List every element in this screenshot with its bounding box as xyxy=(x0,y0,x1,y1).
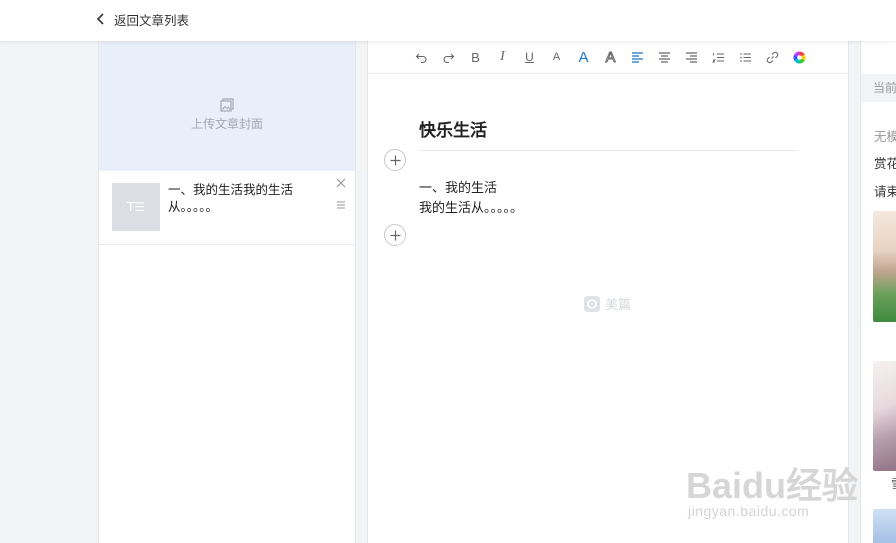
drag-handle-icon[interactable] xyxy=(335,199,347,211)
template-thumbnail[interactable] xyxy=(873,361,896,471)
ordered-list-button[interactable] xyxy=(705,45,732,69)
template-hint-text: 无模 xyxy=(874,129,896,144)
bold-icon: B xyxy=(471,49,480,65)
article-list-item[interactable]: T☰ 一、我的生活我的生活从。。。。。 xyxy=(99,171,355,245)
image-icon xyxy=(220,98,234,112)
cover-upload-area[interactable]: 上传文章封面 xyxy=(99,41,355,171)
color-picker-button[interactable] xyxy=(786,45,813,69)
template-caption: 雪 xyxy=(891,475,896,492)
ordered-list-icon xyxy=(712,52,724,62)
link-button[interactable] xyxy=(759,45,786,69)
align-center-button[interactable] xyxy=(651,45,678,69)
article-sidebar: 上传文章封面 T☰ 一、我的生活我的生活从。。。。。 xyxy=(98,41,356,543)
font-outline-button[interactable]: A xyxy=(597,45,624,69)
font-color-button[interactable]: A xyxy=(570,45,597,69)
italic-button[interactable]: I xyxy=(489,45,516,69)
font-size-button[interactable]: A xyxy=(543,45,570,69)
align-left-icon xyxy=(632,51,643,63)
article-body[interactable]: 一、我的生活 我的生活从。。。。。 xyxy=(419,179,798,219)
unordered-list-icon xyxy=(740,52,751,62)
editor-panel: B I U A A A 快乐生活 一、我的生活 我的生活从。。。。。 美篇 xyxy=(367,41,849,543)
plus-icon xyxy=(390,155,400,165)
meipian-watermark: 美篇 xyxy=(583,294,631,313)
cover-upload-label: 上传文章封面 xyxy=(190,117,263,131)
bold-button[interactable]: B xyxy=(462,45,489,69)
underline-icon: U xyxy=(525,50,534,64)
align-center-icon xyxy=(659,51,670,63)
template-label: 请束 xyxy=(874,184,896,199)
chevron-left-icon xyxy=(96,13,104,25)
close-icon[interactable] xyxy=(335,177,347,189)
align-right-button[interactable] xyxy=(678,45,705,69)
redo-button[interactable] xyxy=(435,45,462,69)
insert-block-button-top[interactable] xyxy=(384,149,406,171)
back-link-label: 返回文章列表 xyxy=(114,12,190,28)
template-panel: 当前 无模 赏花 请束 雪 xyxy=(860,41,896,543)
align-left-button[interactable] xyxy=(624,45,651,69)
top-bar: 返回文章列表 xyxy=(0,0,896,41)
editor-toolbar: B I U A A A xyxy=(368,41,848,74)
undo-button[interactable] xyxy=(408,45,435,69)
color-wheel-icon xyxy=(793,51,806,63)
body-line: 一、我的生活 xyxy=(419,181,498,196)
template-label: 赏花 xyxy=(874,156,896,171)
back-to-article-list-link[interactable]: 返回文章列表 xyxy=(96,10,189,28)
template-thumbnail[interactable] xyxy=(873,509,896,543)
italic-icon: I xyxy=(500,49,505,64)
underline-button[interactable]: U xyxy=(516,45,543,69)
article-thumbnail: T☰ xyxy=(112,183,160,231)
article-item-text: 一、我的生活我的生活从。。。。。 xyxy=(168,182,294,214)
font-size-icon: A xyxy=(552,51,561,63)
meipian-logo-icon xyxy=(584,295,600,312)
redo-icon xyxy=(443,53,455,63)
font-outline-icon: A xyxy=(605,48,616,66)
article-title-input[interactable]: 快乐生活 xyxy=(419,121,798,151)
font-color-icon: A xyxy=(578,48,589,66)
link-icon xyxy=(766,51,779,63)
insert-block-button-bottom[interactable] xyxy=(384,224,406,246)
body-line: 我的生活从。。。。。 xyxy=(419,201,524,216)
plus-icon xyxy=(390,230,400,240)
watermark-text: 美篇 xyxy=(605,298,632,313)
template-thumbnail[interactable] xyxy=(873,211,896,322)
unordered-list-button[interactable] xyxy=(732,45,759,69)
undo-icon xyxy=(415,53,427,63)
template-panel-header: 当前 xyxy=(861,74,896,102)
align-right-icon xyxy=(686,51,697,63)
